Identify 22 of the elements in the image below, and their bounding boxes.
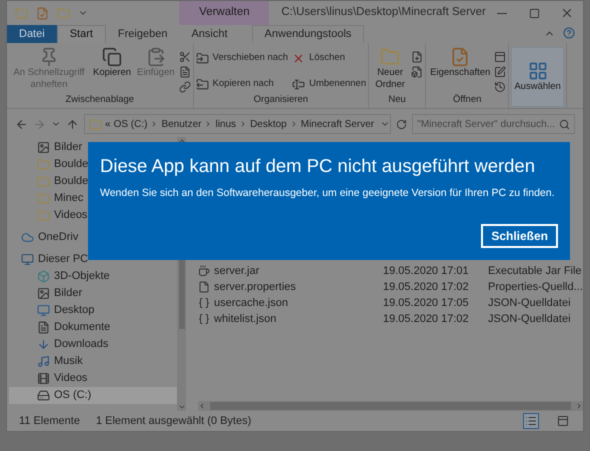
dialog-title: Diese App kann auf dem PC nicht ausgeführt werden <box>100 154 536 178</box>
file-date: 19.05.2020 17:05 <box>383 296 470 311</box>
group-label: Organisieren <box>252 93 310 107</box>
file-type: Properties-Quelld... <box>488 280 583 295</box>
file-date: 19.05.2020 17:01 <box>383 264 470 279</box>
group-label: Neu <box>387 93 407 107</box>
file-date: 19.05.2020 17:02 <box>383 280 470 295</box>
file-type: JSON-Quelldatei <box>488 312 571 327</box>
group-label: Öffnen <box>452 93 482 107</box>
file-name: usercache.json <box>214 296 288 311</box>
item-count: 11 Elemente <box>19 414 80 429</box>
group-label: Zwischenablage <box>64 93 136 107</box>
file-name: whitelist.json <box>214 312 276 327</box>
file-date: 19.05.2020 17:02 <box>383 312 470 327</box>
file-name: server.properties <box>214 280 296 295</box>
file-type: Executable Jar File <box>488 264 582 279</box>
file-name: server.jar <box>214 264 260 279</box>
window-title: C:\Users\linus\Desktop\Minecraft Server <box>280 5 486 20</box>
file-type: JSON-Quelldatei <box>488 296 571 311</box>
selection-info: 1 Element ausgewählt (0 Bytes) <box>96 414 252 429</box>
context-tab-header: Verwalten <box>179 1 270 25</box>
dialog-message: Wenden Sie sich an den Softwareherausgeber, um eine geeignete Version für Ihren PC zu finden. <box>100 186 556 201</box>
